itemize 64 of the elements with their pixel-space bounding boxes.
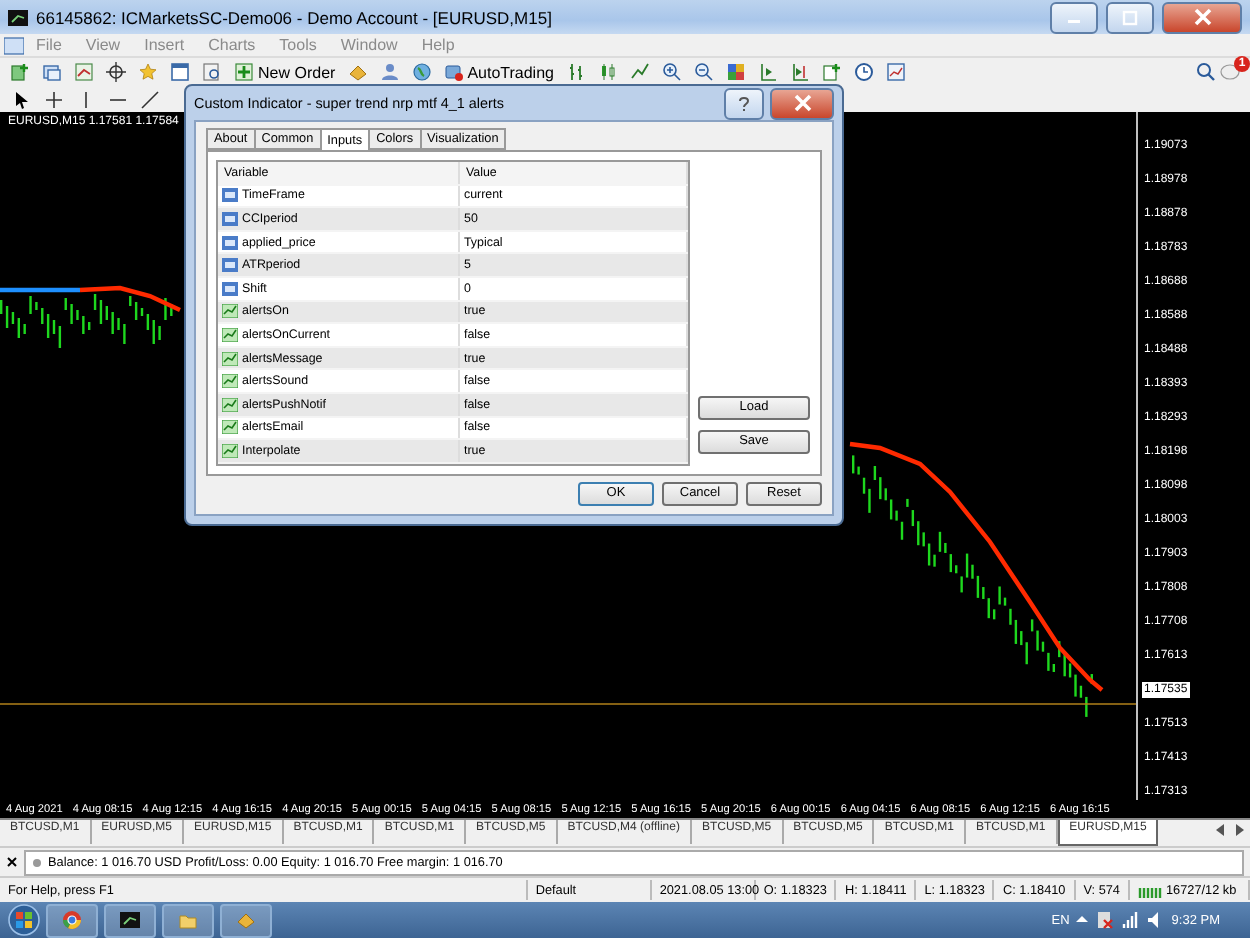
taskbar-app[interactable] <box>104 903 156 937</box>
zoom-out-icon <box>693 62 714 82</box>
maximize-icon <box>1122 9 1138 25</box>
magnifier-icon <box>202 62 222 82</box>
toolbar-button[interactable] <box>689 59 718 85</box>
window-icon <box>170 62 190 82</box>
chart-icon <box>74 62 94 82</box>
chart-shift-icon <box>757 62 778 82</box>
template-icon <box>885 62 906 82</box>
candlestick-icon <box>597 62 618 82</box>
autoscroll-icon <box>789 62 810 82</box>
crosshair-icon <box>106 62 126 82</box>
search-icon <box>1196 62 1216 82</box>
line-chart-icon <box>629 62 650 82</box>
signal-bars-icon <box>1138 883 1162 897</box>
plus-icon <box>10 62 30 82</box>
right-arrow-icon <box>1236 824 1244 836</box>
maximize-button[interactable] <box>1106 1 1154 33</box>
plus-icon <box>821 62 842 82</box>
left-arrow-icon <box>1216 824 1224 836</box>
question-icon <box>738 95 750 111</box>
close-icon <box>1193 8 1211 26</box>
window-title: 66145862: ICMarketsSC-Demo06 - Demo Account - [EURUSD,M15] <box>36 7 554 27</box>
zoom-in-icon <box>661 62 682 82</box>
minimize-button[interactable] <box>1050 1 1098 33</box>
caret-icon <box>1075 914 1088 926</box>
app-icon <box>8 7 28 27</box>
browser-icon <box>62 910 82 930</box>
bar-chart-icon <box>565 62 586 82</box>
windows-icon <box>42 62 62 82</box>
toolbar-button[interactable] <box>102 59 130 85</box>
chart-icon <box>222 397 238 412</box>
autotrading-button[interactable]: AutoTrading <box>439 59 558 85</box>
dot-icon <box>32 857 42 867</box>
trendline-icon <box>140 89 160 109</box>
close-button[interactable] <box>770 87 834 119</box>
globe-icon <box>411 62 432 82</box>
chart-icon <box>222 420 238 435</box>
toolbar-button[interactable] <box>657 59 686 85</box>
new-order-button[interactable]: New Order <box>230 59 340 85</box>
toolbar-button[interactable] <box>166 59 194 85</box>
start-button[interactable] <box>8 904 40 936</box>
close-icon <box>793 94 811 112</box>
toolbar-button[interactable] <box>407 59 436 85</box>
folder-icon <box>178 910 198 930</box>
chart-icon <box>222 327 238 342</box>
star-icon <box>138 62 158 82</box>
toolbar-button[interactable] <box>849 59 878 85</box>
chart-icon <box>222 351 238 366</box>
help-button[interactable] <box>724 87 764 119</box>
chart-icon <box>222 443 238 458</box>
plus-icon <box>234 62 254 82</box>
flag-icon <box>1093 910 1114 930</box>
grid-icon <box>725 62 746 82</box>
clock-icon <box>853 62 874 82</box>
chart-icon <box>120 910 140 930</box>
person-icon <box>379 62 400 82</box>
chart-icon <box>222 304 238 319</box>
close-button[interactable] <box>1162 1 1242 33</box>
signal-icon <box>1119 910 1140 930</box>
chart-icon <box>222 374 238 389</box>
crosshair-icon <box>44 89 64 109</box>
close-icon <box>6 856 18 868</box>
toolbar-button[interactable] <box>817 59 846 85</box>
